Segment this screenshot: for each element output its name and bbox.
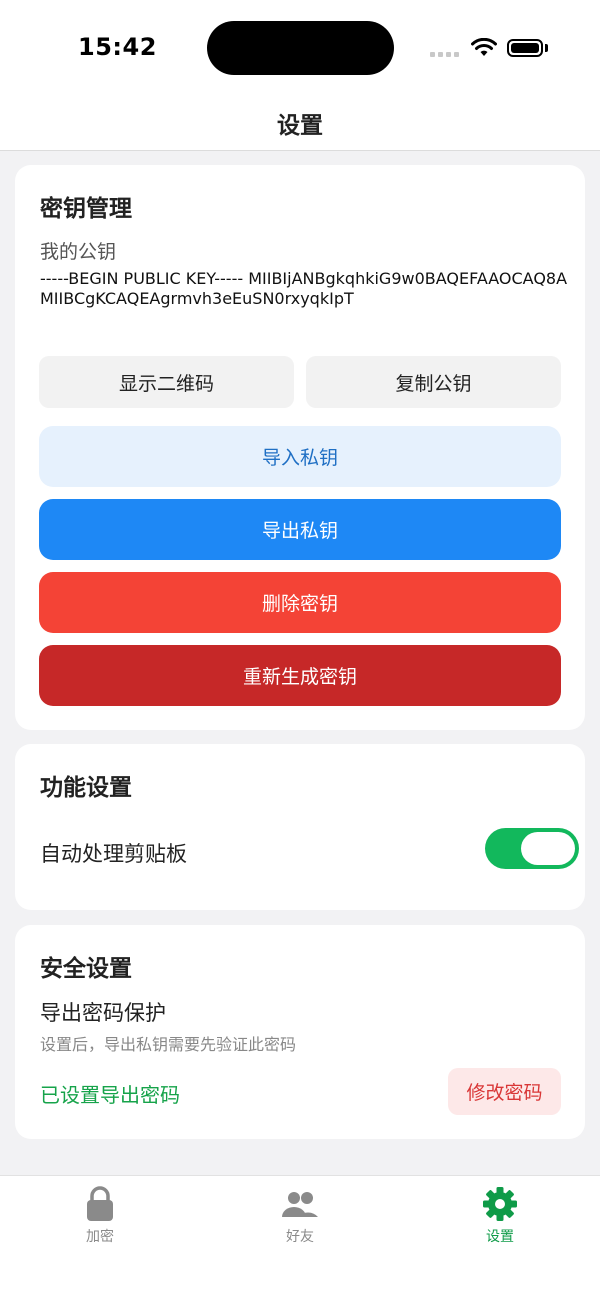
battery-tip [545, 44, 548, 52]
nav-bar: 设置 [0, 96, 600, 151]
status-bar: 15:42 [0, 0, 600, 96]
change-password-button[interactable]: 修改密码 [448, 1068, 561, 1115]
key-management-title: 密钥管理 [40, 196, 132, 222]
tab-friends[interactable]: 好友 [240, 1186, 360, 1246]
copy-public-key-button[interactable]: 复制公钥 [306, 356, 561, 408]
export-password-status: 已设置导出密码 [40, 1083, 180, 1107]
export-private-key-button[interactable]: 导出私钥 [39, 499, 561, 560]
dynamic-island [207, 21, 394, 75]
import-private-key-button[interactable]: 导入私钥 [39, 426, 561, 487]
export-password-title: 导出密码保护 [40, 1001, 166, 1025]
battery-icon [507, 39, 543, 57]
tab-settings[interactable]: 设置 [440, 1186, 560, 1246]
export-password-description: 设置后，导出私钥需要先验证此密码 [40, 1035, 297, 1054]
toggle-knob [521, 832, 575, 865]
regenerate-key-button[interactable]: 重新生成密钥 [39, 645, 561, 706]
people-icon [282, 1192, 318, 1217]
function-settings-title: 功能设置 [40, 775, 132, 801]
lock-icon [87, 1186, 113, 1221]
tab-bar: 加密 好友 设置 [0, 1175, 600, 1299]
key-management-card: 密钥管理 我的公钥 -----BEGIN PUBLIC KEY----- MII… [15, 165, 585, 730]
function-settings-card: 功能设置 自动处理剪贴板 [15, 744, 585, 910]
status-time: 15:42 [78, 33, 157, 61]
delete-key-button[interactable]: 删除密钥 [39, 572, 561, 633]
auto-clipboard-label: 自动处理剪贴板 [40, 842, 187, 866]
page-title: 设置 [277, 113, 323, 139]
my-public-key-label: 我的公钥 [40, 241, 117, 263]
cellular-signal-icon [430, 52, 460, 58]
tab-encrypt-label: 加密 [86, 1229, 114, 1245]
tab-settings-label: 设置 [486, 1229, 514, 1245]
tab-encrypt[interactable]: 加密 [40, 1186, 160, 1246]
public-key-text: -----BEGIN PUBLIC KEY----- MIIBIjANBgkqh… [40, 269, 568, 308]
auto-clipboard-toggle[interactable] [485, 828, 579, 869]
wifi-icon [471, 38, 497, 56]
security-settings-title: 安全设置 [40, 956, 132, 982]
security-settings-card: 安全设置 导出密码保护 设置后，导出私钥需要先验证此密码 已设置导出密码 修改密… [15, 925, 585, 1139]
tab-friends-label: 好友 [286, 1229, 314, 1245]
gear-icon [483, 1187, 517, 1221]
show-qr-button[interactable]: 显示二维码 [39, 356, 294, 408]
